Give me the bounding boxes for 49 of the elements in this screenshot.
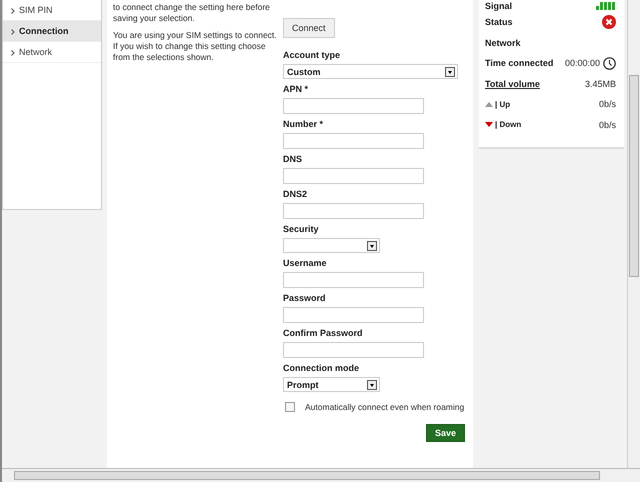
status-label: Network — [485, 38, 521, 48]
dropdown[interactable]: Prompt — [283, 377, 380, 392]
field-label: Password — [283, 293, 327, 304]
field-label: Username — [283, 258, 328, 269]
field-label: Number * — [283, 119, 324, 130]
status-value: 00:00:00 — [564, 58, 600, 68]
status-value: 3.45MB — [584, 78, 616, 89]
status-label: Status — [485, 17, 513, 28]
sidebar-item[interactable]: Connection — [3, 21, 101, 42]
field-label: Security — [283, 224, 320, 235]
clock-icon — [603, 56, 616, 70]
down-arrow-icon — [485, 122, 493, 128]
field-label: Confirm Password — [283, 328, 364, 339]
input-field[interactable] — [283, 307, 424, 323]
input-field[interactable] — [283, 168, 424, 184]
field-label: DNS — [283, 154, 304, 165]
field-label: Connection mode — [283, 363, 360, 374]
save-button[interactable]: Save — [426, 424, 465, 442]
input-field[interactable] — [283, 272, 424, 288]
total-volume-link[interactable]: Total volume — [485, 78, 540, 89]
input-field[interactable] — [283, 342, 424, 358]
input-field[interactable] — [283, 133, 424, 149]
horizontal-scrollbar[interactable] — [2, 468, 640, 482]
status-label: Time connected — [485, 58, 554, 68]
up-arrow-icon — [485, 102, 493, 107]
checkbox[interactable] — [285, 402, 295, 412]
field-label: Account type — [283, 50, 342, 61]
field-label: DNS2 — [283, 189, 308, 200]
dropdown[interactable] — [283, 238, 380, 253]
chevron-icon — [11, 28, 15, 35]
disconnected-icon — [602, 15, 616, 30]
status-value: 0b/s — [598, 120, 616, 130]
checkbox-label: Automatically connect even when roaming — [305, 402, 464, 412]
description-text: to connect change the setting here before saving your selection. — [113, 2, 271, 24]
sidebar-item[interactable]: Network — [3, 42, 101, 63]
input-field[interactable] — [283, 203, 424, 219]
status-label: | Up — [495, 100, 510, 109]
connect-button[interactable]: Connect — [283, 18, 335, 38]
vertical-scrollbar[interactable] — [627, 0, 640, 468]
status-value: 0b/s — [598, 99, 616, 110]
chevron-icon — [11, 50, 15, 56]
signal-bars-icon — [596, 2, 616, 10]
chevron-icon — [11, 8, 15, 14]
dropdown[interactable]: Custom — [283, 64, 458, 79]
field-label: APN * — [283, 84, 310, 95]
signal-label: Signal — [485, 1, 512, 11]
input-field[interactable] — [283, 98, 424, 114]
description-text: You are using your SIM settings to connect. If you wish to change this setting choose from the selections shown. — [113, 30, 277, 63]
status-label: | Down — [495, 120, 522, 130]
